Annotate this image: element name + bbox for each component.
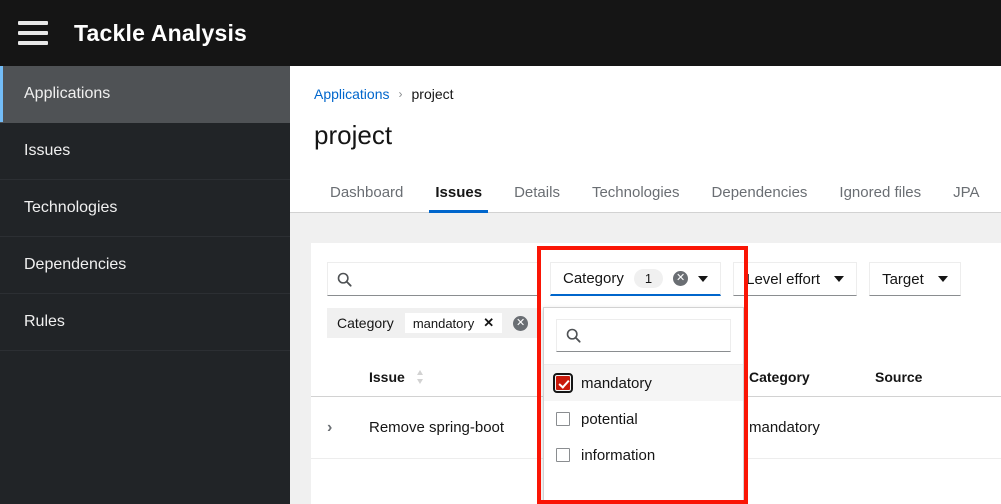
dropdown-search-wrap	[544, 308, 743, 365]
sidebar-item-dependencies[interactable]: Dependencies	[0, 237, 290, 294]
search-input[interactable]	[359, 269, 528, 289]
dropdown-option-potential[interactable]: potential	[544, 401, 743, 437]
table-header-source: Source	[875, 368, 923, 385]
breadcrumb-link-applications[interactable]: Applications	[314, 86, 390, 102]
tab-dashboard[interactable]: Dashboard	[314, 184, 419, 212]
chevron-down-icon[interactable]	[698, 275, 709, 282]
hamburger-bar	[18, 21, 48, 25]
dropdown-option-label: mandatory	[581, 374, 652, 392]
sidebar-item-label: Technologies	[24, 199, 118, 216]
filter-chip-label: mandatory	[412, 315, 475, 331]
sidebar-item-applications[interactable]: Applications	[0, 66, 290, 123]
app-root: Tackle Analysis Applications Issues Tech…	[0, 0, 1001, 504]
clear-all-filters-icon[interactable]: ✕	[513, 315, 529, 331]
filter-chip-group-label: Category	[337, 315, 394, 331]
checkbox-icon[interactable]	[556, 448, 570, 462]
filter-chip-group: Category mandatory ✕ ✕	[327, 308, 539, 338]
filter-toolbar: Category 1 ✕ Level effort Target	[311, 243, 1001, 296]
tab-details[interactable]: Details	[498, 184, 576, 212]
chevron-down-icon	[834, 276, 845, 282]
sidebar: Applications Issues Technologies Depende…	[0, 66, 290, 504]
category-filter-toggle[interactable]: Category 1 ✕	[550, 262, 722, 296]
level-effort-filter-toggle[interactable]: Level effort	[733, 262, 858, 296]
checkbox-icon[interactable]	[553, 373, 573, 393]
tab-jpa[interactable]: JPA	[937, 184, 995, 212]
table-header-category: Category	[749, 368, 810, 385]
category-filter-label: Category	[563, 270, 624, 287]
search-icon	[566, 328, 581, 343]
filter-chip[interactable]: mandatory ✕	[403, 312, 504, 334]
breadcrumb-current: project	[411, 86, 454, 102]
app-title: Tackle Analysis	[74, 19, 248, 46]
sidebar-item-rules[interactable]: Rules	[0, 294, 290, 351]
tab-issues[interactable]: Issues	[419, 184, 498, 213]
tab-dependencies[interactable]: Dependencies	[696, 184, 824, 212]
dropdown-option-mandatory[interactable]: mandatory	[544, 365, 743, 401]
level-effort-filter-label: Level effort	[746, 270, 821, 288]
tab-technologies[interactable]: Technologies	[576, 184, 696, 212]
clear-circle-icon[interactable]: ✕	[673, 271, 689, 286]
breadcrumb-separator-icon: ›	[398, 87, 403, 101]
dropdown-search-box[interactable]	[556, 319, 731, 352]
row-expand-toggle[interactable]: ›	[327, 419, 369, 437]
sidebar-item-label: Applications	[24, 85, 111, 102]
masthead: Tackle Analysis	[0, 0, 1001, 66]
category-filter-count-badge: 1	[633, 269, 664, 288]
chevron-right-icon[interactable]: ›	[327, 419, 332, 436]
row-cell-category: mandatory	[749, 419, 820, 436]
target-filter-label: Target	[882, 270, 924, 288]
checkbox-icon[interactable]	[556, 412, 570, 426]
search-icon	[337, 272, 352, 287]
sidebar-item-label: Rules	[24, 313, 65, 330]
dropdown-option-label: potential	[581, 410, 638, 428]
hamburger-icon[interactable]	[18, 21, 48, 45]
chevron-down-icon	[937, 276, 948, 282]
sidebar-item-label: Issues	[24, 142, 71, 159]
dropdown-option-label: information	[581, 446, 656, 464]
search-box[interactable]	[327, 262, 538, 296]
breadcrumb: Applications › project	[314, 86, 977, 102]
table-header-issue-label: Issue	[369, 368, 405, 385]
category-filter-dropdown: mandatory potential information	[543, 307, 744, 504]
sidebar-item-label: Dependencies	[24, 256, 127, 273]
hamburger-bar	[18, 31, 48, 35]
page-title: project	[314, 120, 393, 150]
sidebar-item-technologies[interactable]: Technologies	[0, 180, 290, 237]
tab-bar: Dashboard Issues Details Technologies De…	[290, 173, 1001, 213]
target-filter-toggle[interactable]: Target	[869, 262, 961, 296]
dropdown-option-information[interactable]: information	[544, 437, 743, 473]
close-icon[interactable]: ✕	[483, 315, 494, 331]
tab-ignored-files[interactable]: Ignored files	[823, 184, 937, 212]
page-header: Applications › project project Dashboard…	[290, 66, 1001, 213]
hamburger-bar	[18, 41, 48, 45]
sidebar-item-issues[interactable]: Issues	[0, 123, 290, 180]
dropdown-search-input[interactable]	[588, 326, 721, 345]
sort-icon[interactable]	[415, 369, 425, 385]
